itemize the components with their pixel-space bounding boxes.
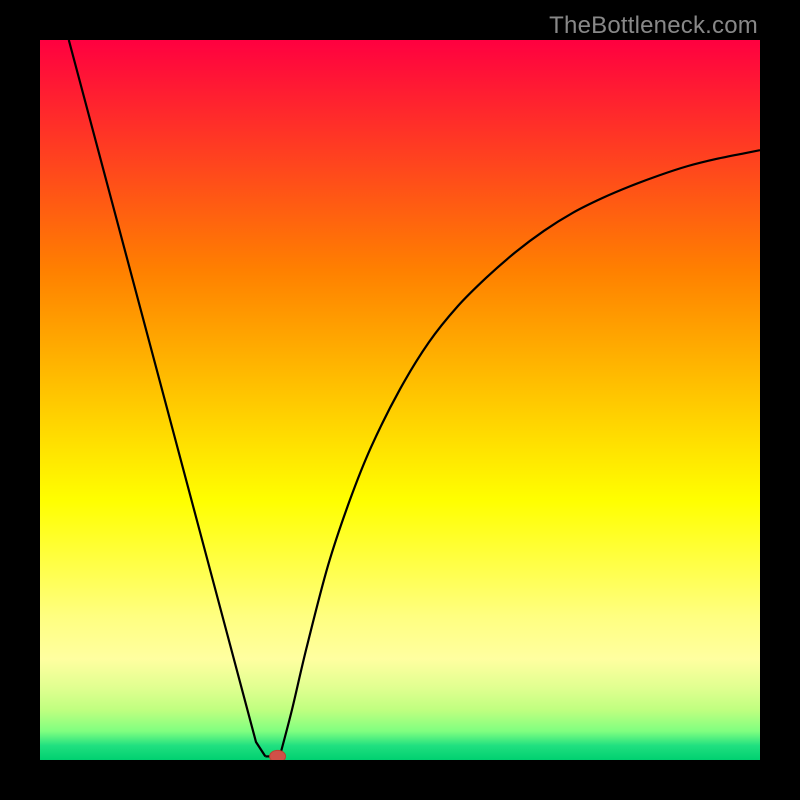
- bottleneck-curve: [69, 40, 760, 756]
- left-leg: [69, 40, 266, 756]
- curve-svg: [40, 40, 760, 760]
- notch-marker: [270, 750, 286, 760]
- right-curve: [280, 150, 760, 756]
- watermark-text: TheBottleneck.com: [549, 12, 758, 40]
- plot-area: [40, 40, 760, 760]
- chart-frame: TheBottleneck.com: [0, 0, 800, 800]
